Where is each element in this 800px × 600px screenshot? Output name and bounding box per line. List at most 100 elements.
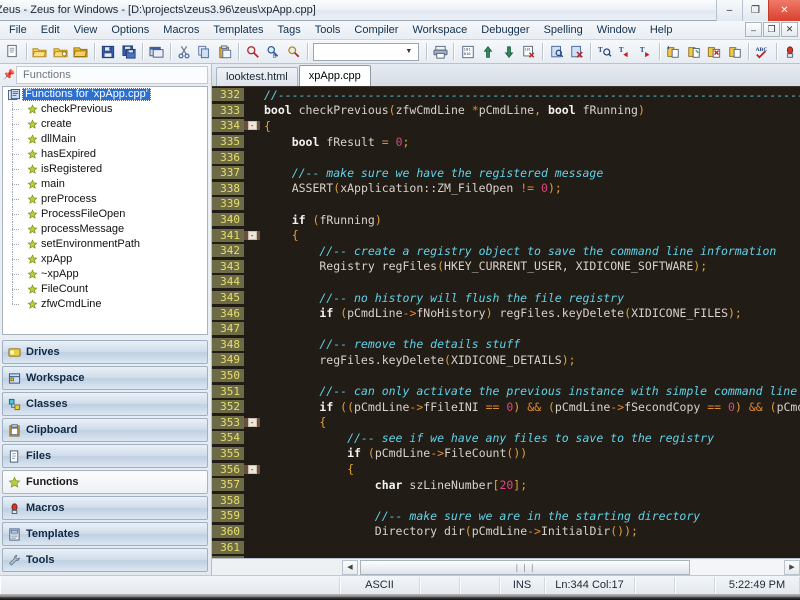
tree-item-isregistered[interactable]: isRegistered bbox=[3, 162, 207, 177]
functions-tree[interactable]: Functions for 'xpApp.cpp' checkPrevious … bbox=[2, 86, 208, 335]
menu-item-help[interactable]: Help bbox=[643, 22, 680, 39]
code-line[interactable]: 345 //-- no history will flush the file … bbox=[212, 290, 800, 306]
code-line[interactable]: 352 if ((pCmdLine->fFileINI == 0) && (pC… bbox=[212, 399, 800, 415]
tree-item-dllmain[interactable]: dllMain bbox=[3, 132, 207, 147]
menu-item-compiler[interactable]: Compiler bbox=[347, 22, 405, 39]
sidebar-item-tools[interactable]: Tools bbox=[2, 548, 208, 572]
open-folder-icon[interactable] bbox=[30, 41, 51, 62]
tree-item-filecount[interactable]: FileCount bbox=[3, 282, 207, 297]
bookmark-prev-icon[interactable] bbox=[498, 41, 519, 62]
code-line[interactable]: 355 if (pCmdLine->FileCount()) bbox=[212, 446, 800, 462]
sidebar-item-clipboard[interactable]: Clipboard bbox=[2, 418, 208, 442]
sidebar-item-templates[interactable]: Templates bbox=[2, 522, 208, 546]
code-line[interactable]: 342 //-- create a registry object to sav… bbox=[212, 243, 800, 259]
menu-item-templates[interactable]: Templates bbox=[206, 22, 270, 39]
tree-item-processfileopen[interactable]: ProcessFileOpen bbox=[3, 207, 207, 222]
code-line[interactable]: 357 char szLineNumber[20]; bbox=[212, 477, 800, 493]
mdi-restore-button[interactable]: ❐ bbox=[763, 22, 780, 37]
tree-item-xpapp[interactable]: xpApp bbox=[3, 252, 207, 267]
code-line[interactable]: 341- { bbox=[212, 227, 800, 243]
code-line[interactable]: 337 //-- make sure we have the registere… bbox=[212, 165, 800, 181]
sidebar-item-classes[interactable]: Classes bbox=[2, 392, 208, 416]
tab-xpapp-cpp[interactable]: xpApp.cpp bbox=[298, 65, 371, 86]
rebuild-icon[interactable] bbox=[704, 41, 725, 62]
code-line[interactable]: 346 if (pCmdLine->fNoHistory) regFiles.k… bbox=[212, 305, 800, 321]
code-line[interactable]: 349 regFiles.keyDelete(XIDICONE_DETAILS)… bbox=[212, 352, 800, 368]
menu-item-file[interactable]: File bbox=[2, 22, 34, 39]
tree-item-checkprevious[interactable]: checkPrevious bbox=[3, 102, 207, 117]
tree-item-setenvironmentpath[interactable]: setEnvironmentPath bbox=[3, 237, 207, 252]
scrollbar-track[interactable]: ❘❘❘ bbox=[358, 559, 784, 575]
fold-toggle-icon[interactable]: - bbox=[244, 121, 260, 131]
code-line[interactable]: 361 bbox=[212, 539, 800, 555]
toolbar-search-input[interactable] bbox=[313, 45, 402, 58]
find-icon[interactable] bbox=[242, 41, 263, 62]
build-icon[interactable] bbox=[684, 41, 705, 62]
scroll-left-button[interactable]: ◀ bbox=[342, 559, 358, 575]
tree-item-zfwcmdline[interactable]: zfwCmdLine bbox=[3, 297, 207, 312]
save-all-icon[interactable] bbox=[119, 41, 140, 62]
code-line[interactable]: 335 bool fResult = 0; bbox=[212, 134, 800, 150]
macro-record-icon[interactable] bbox=[780, 41, 800, 62]
code-line[interactable]: 336 bbox=[212, 149, 800, 165]
code-line[interactable]: 360 Directory dir(pCmdLine->InitialDir()… bbox=[212, 524, 800, 540]
menu-item-tags[interactable]: Tags bbox=[270, 22, 307, 39]
find-replace-icon[interactable]: B bbox=[263, 41, 284, 62]
code-line[interactable]: 356- { bbox=[212, 461, 800, 477]
window-maximize-button[interactable]: ❐ bbox=[742, 0, 768, 21]
new-file-icon[interactable] bbox=[2, 41, 23, 62]
find-tag-icon[interactable]: T bbox=[594, 41, 615, 62]
mdi-minimize-button[interactable]: – bbox=[745, 22, 762, 37]
scroll-right-button[interactable]: ▶ bbox=[784, 559, 800, 575]
sidebar-item-functions[interactable]: Functions bbox=[2, 470, 208, 494]
fold-toggle-icon[interactable]: - bbox=[244, 464, 260, 474]
sidebar-item-macros[interactable]: Macros bbox=[2, 496, 208, 520]
code-line[interactable]: 338 ASSERT(xApplication::ZM_FileOpen != … bbox=[212, 181, 800, 197]
code-line[interactable]: 334-{ bbox=[212, 118, 800, 134]
find-again-icon[interactable] bbox=[283, 41, 304, 62]
tree-item-preprocess[interactable]: preProcess bbox=[3, 192, 207, 207]
code-lines[interactable]: 332 //-----------------------------------… bbox=[212, 87, 800, 558]
menu-item-workspace[interactable]: Workspace bbox=[405, 22, 474, 39]
menu-item-view[interactable]: View bbox=[67, 22, 105, 39]
bookmark-clear-icon[interactable]: 101 bbox=[519, 41, 540, 62]
code-line[interactable]: 348 //-- remove the details stuff bbox=[212, 337, 800, 353]
code-line[interactable]: 332 //-----------------------------------… bbox=[212, 87, 800, 103]
copy-icon[interactable] bbox=[194, 41, 215, 62]
code-line[interactable]: 333 bool checkPrevious(zfwCmdLine *pCmdLi… bbox=[212, 103, 800, 119]
tab-looktest-html[interactable]: looktest.html bbox=[216, 67, 298, 86]
tree-item-create[interactable]: create bbox=[3, 117, 207, 132]
code-line[interactable]: 344 bbox=[212, 274, 800, 290]
scrollbar-thumb[interactable]: ❘❘❘ bbox=[360, 559, 690, 575]
code-line[interactable]: 353- { bbox=[212, 414, 800, 430]
menu-item-options[interactable]: Options bbox=[104, 22, 156, 39]
code-line[interactable]: 339 bbox=[212, 196, 800, 212]
hex-view-icon[interactable]: 101 010 bbox=[457, 41, 478, 62]
menu-item-edit[interactable]: Edit bbox=[34, 22, 67, 39]
tag-find-icon[interactable] bbox=[546, 41, 567, 62]
code-editor[interactable]: 332 //-----------------------------------… bbox=[212, 87, 800, 558]
paste-icon[interactable] bbox=[215, 41, 236, 62]
open-recent-icon[interactable] bbox=[71, 41, 92, 62]
goto-tag-prev-icon[interactable]: T bbox=[615, 41, 636, 62]
code-line[interactable]: 351 //-- can only activate the previous … bbox=[212, 383, 800, 399]
chevron-down-icon[interactable]: ▼ bbox=[402, 45, 416, 59]
compile-icon[interactable] bbox=[663, 41, 684, 62]
editor-horizontal-scrollbar[interactable]: ◀ ❘❘❘ ▶ bbox=[212, 558, 800, 575]
menu-item-window[interactable]: Window bbox=[590, 22, 643, 39]
tree-item-hasexpired[interactable]: hasExpired bbox=[3, 147, 207, 162]
open-folder-alt-icon[interactable] bbox=[50, 41, 71, 62]
menu-item-macros[interactable]: Macros bbox=[156, 22, 206, 39]
tree-item-main[interactable]: main bbox=[3, 177, 207, 192]
code-line[interactable]: 359 //-- make sure we are in the startin… bbox=[212, 508, 800, 524]
code-line[interactable]: 343 Registry regFiles(HKEY_CURRENT_USER,… bbox=[212, 259, 800, 275]
menu-item-tools[interactable]: Tools bbox=[308, 22, 348, 39]
code-line[interactable]: 354 //-- see if we have any files to sav… bbox=[212, 430, 800, 446]
save-icon[interactable] bbox=[98, 41, 119, 62]
spell-check-icon[interactable]: ABC bbox=[752, 41, 773, 62]
cut-icon[interactable] bbox=[174, 41, 195, 62]
bookmark-next-icon[interactable] bbox=[478, 41, 499, 62]
sidebar-item-workspace[interactable]: Workspace bbox=[2, 366, 208, 390]
fold-toggle-icon[interactable]: - bbox=[244, 417, 260, 427]
pin-icon[interactable]: 📌 bbox=[2, 70, 16, 81]
